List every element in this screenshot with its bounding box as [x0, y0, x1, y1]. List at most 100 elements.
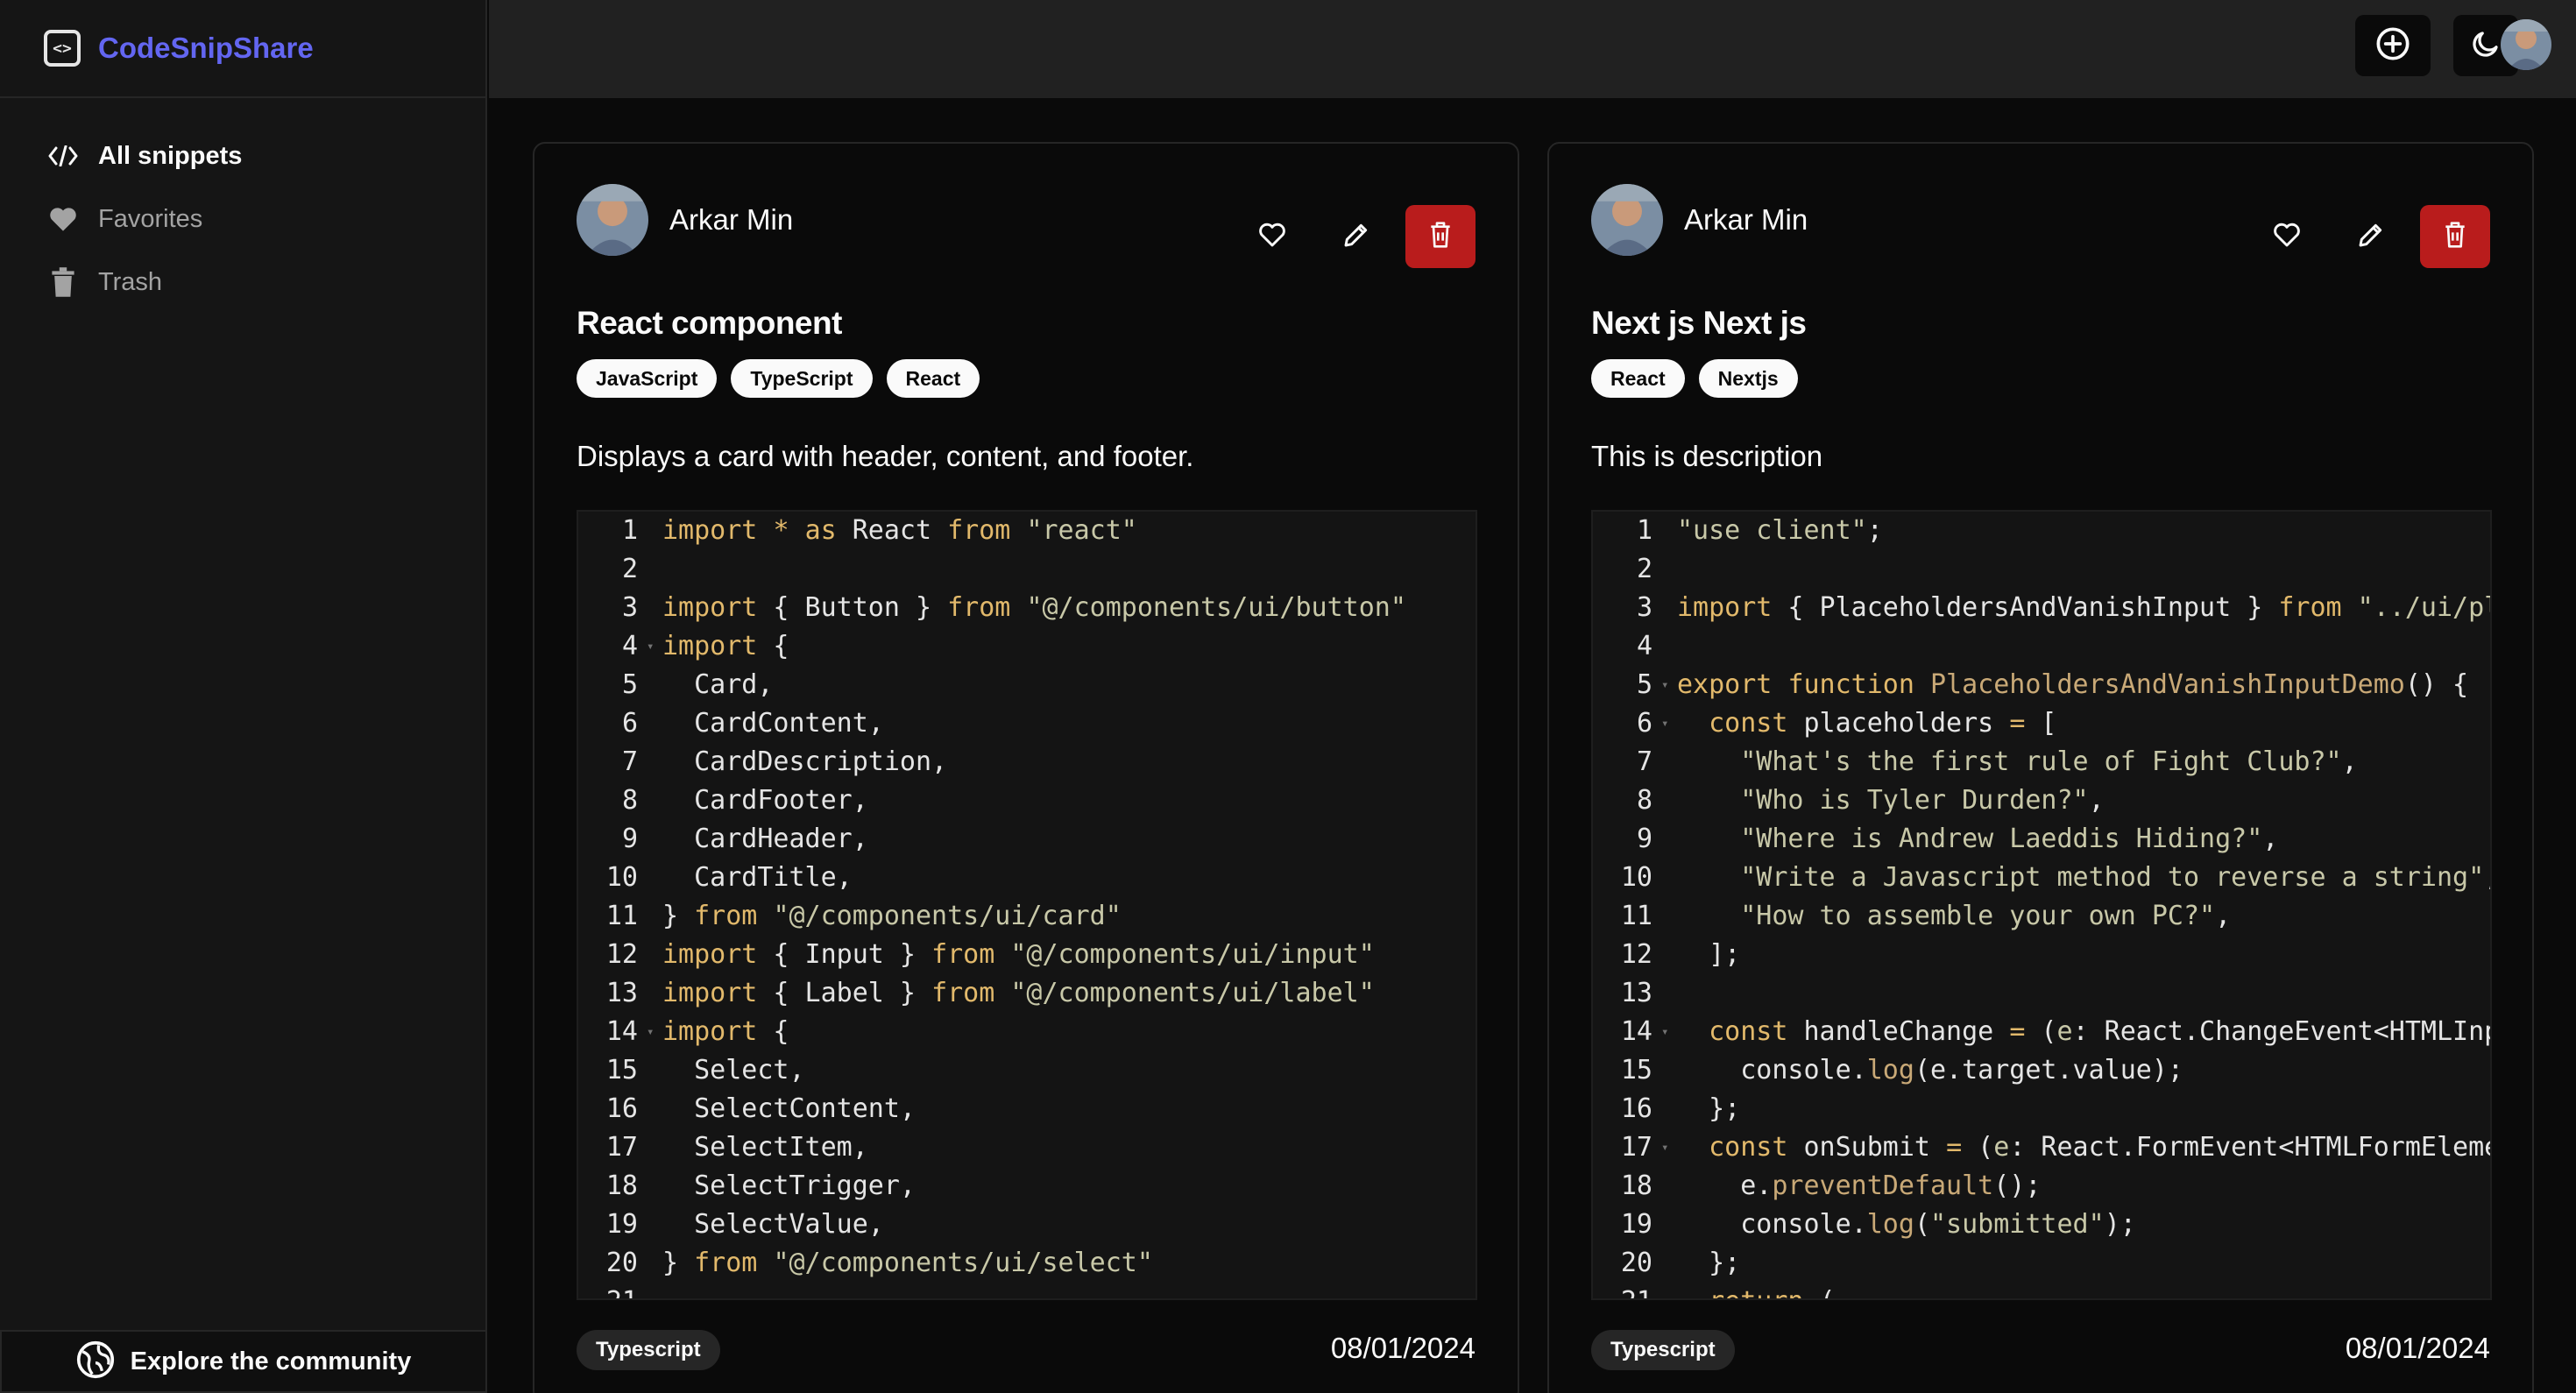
- code-line: 20} from "@/components/ui/select": [605, 1248, 1153, 1278]
- author-name: Arkar Min: [669, 203, 794, 236]
- code-line: 21 return (: [1593, 1283, 2490, 1298]
- user-avatar[interactable]: [2501, 19, 2551, 70]
- avatar: [1591, 184, 1663, 256]
- code-line: 13 import { Label } from "@/components/ui…: [605, 978, 1375, 1008]
- avatar: [577, 184, 648, 256]
- heart-outline-icon: [2273, 222, 2301, 252]
- card-header: Arkar Min: [1591, 184, 1808, 256]
- card-actions: [1223, 205, 1476, 268]
- code-line: 12 ];: [1620, 939, 1741, 970]
- edit-button[interactable]: [1321, 205, 1391, 268]
- edit-button[interactable]: [2336, 205, 2406, 268]
- code-square-icon: <>: [44, 30, 81, 67]
- author-name: Arkar Min: [1684, 203, 1808, 236]
- code-line: 21: [578, 1283, 1476, 1298]
- code-line: 5 Card,: [621, 669, 774, 700]
- code-line: 15 Select,: [605, 1055, 805, 1085]
- code-line: 6 ▾ const placeholders = [: [1636, 708, 2057, 739]
- snippet-title: Next js Next js: [1591, 305, 1807, 341]
- code-icon: [47, 140, 79, 172]
- code-line: 5 ▾ export function PlaceholdersAndVanishI…: [1636, 669, 2469, 700]
- snippet-card: Arkar Min React component JavaScript Typ…: [533, 142, 1519, 1393]
- code-line: 16 };: [1620, 1093, 1741, 1124]
- code-line: 7 CardDescription,: [621, 746, 948, 777]
- tag[interactable]: React: [1591, 359, 1685, 398]
- trash-icon: [47, 266, 79, 298]
- card-header: Arkar Min: [577, 184, 793, 256]
- heart-outline-icon: [1258, 222, 1286, 252]
- code-line: 17 SelectItem,: [605, 1132, 868, 1163]
- language-badge: Typescript: [1591, 1330, 1735, 1370]
- favorite-button[interactable]: [2252, 205, 2322, 268]
- snippet-date: 08/01/2024: [2345, 1332, 2490, 1364]
- delete-button[interactable]: [2420, 205, 2490, 268]
- trash-icon: [1428, 221, 1453, 253]
- code-line: 4 ▾ import {: [621, 631, 789, 661]
- code-line: 8 CardFooter,: [621, 785, 868, 816]
- tag[interactable]: React: [886, 359, 980, 398]
- card-actions: [2238, 205, 2490, 268]
- code-line: 20 };: [1620, 1248, 1741, 1278]
- code-line: 14 ▾ const handleChange = (e: React.Chang…: [1620, 1016, 2490, 1047]
- add-snippet-button[interactable]: [2355, 15, 2431, 76]
- snippet-description: Displays a card with header, content, an…: [577, 440, 1194, 472]
- sidebar-nav: All snippets Favorites Trash: [0, 98, 485, 314]
- trash-icon: [2443, 221, 2467, 253]
- language-badge: Typescript: [577, 1330, 720, 1370]
- code-line: 1 "use client";: [1636, 515, 1883, 546]
- sidebar-item-trash[interactable]: Trash: [0, 251, 485, 314]
- sidebar-item-all-snippets[interactable]: All snippets: [0, 124, 485, 187]
- code-line: 16 SelectContent,: [605, 1093, 916, 1124]
- code-line: 17 ▾ const onSubmit = (e: React.FormEvent…: [1620, 1132, 2490, 1163]
- plus-circle-icon: [2375, 26, 2410, 66]
- tag[interactable]: Nextjs: [1698, 359, 1798, 398]
- code-line: 10 CardTitle,: [605, 862, 853, 893]
- code-line: 3 import { PlaceholdersAndVanishInput } f…: [1636, 592, 2492, 623]
- brand[interactable]: <> CodeSnipShare: [0, 0, 485, 98]
- code-line: 11 "How to assemble your own PC?",: [1620, 901, 2232, 931]
- heart-icon: [47, 203, 79, 235]
- globe-icon: [76, 1340, 115, 1383]
- pencil-icon: [1342, 221, 1370, 253]
- topbar: [489, 0, 2576, 98]
- snippet-title: React component: [577, 305, 842, 341]
- tag[interactable]: JavaScript: [577, 359, 718, 398]
- code-line: 2: [621, 554, 638, 584]
- brand-name: CodeSnipShare: [98, 32, 314, 64]
- code-editor[interactable]: 1 import * as React from "react" 2 3 impor…: [577, 510, 1477, 1300]
- tag-list: React Nextjs: [1591, 359, 1812, 398]
- code-line: 10 "Write a Javascript method to reverse…: [1620, 862, 2490, 893]
- code-line: 6 CardContent,: [621, 708, 884, 739]
- tag-list: JavaScript TypeScript React: [577, 359, 994, 398]
- code-line: 7 "What's the first rule of Fight Club?"…: [1636, 746, 2358, 777]
- code-line: 13: [1620, 978, 1652, 1008]
- code-line: 9 CardHeader,: [621, 824, 868, 854]
- tag[interactable]: TypeScript: [731, 359, 873, 398]
- code-editor[interactable]: 1 "use client"; 2 3 import { PlaceholdersA…: [1591, 510, 2492, 1300]
- code-line: 14 ▾ import {: [605, 1016, 789, 1047]
- code-line: 18 SelectTrigger,: [605, 1170, 916, 1201]
- code-line: 3 import { Button } from "@/components/ui…: [621, 592, 1406, 623]
- sidebar-item-label: Trash: [98, 267, 163, 296]
- code-line: 11} from "@/components/ui/card": [605, 901, 1122, 931]
- explore-community-button[interactable]: Explore the community: [0, 1330, 487, 1393]
- sidebar: <> CodeSnipShare All snippets Favorites …: [0, 0, 487, 1393]
- code-line: 1 import * as React from "react": [621, 515, 1137, 546]
- favorite-button[interactable]: [1237, 205, 1307, 268]
- explore-community-label: Explore the community: [130, 1347, 412, 1375]
- code-line: 15 console.log(e.target.value);: [1620, 1055, 2183, 1085]
- code-line: 12 import { Input } from "@/components/ui…: [605, 939, 1375, 970]
- sidebar-item-label: Favorites: [98, 204, 203, 233]
- code-line: 9 "Where is Andrew Laeddis Hiding?",: [1636, 824, 2279, 854]
- snippet-date: 08/01/2024: [1330, 1332, 1476, 1364]
- code-line: 19 SelectValue,: [605, 1209, 884, 1240]
- code-line: 4: [1636, 631, 1652, 661]
- snippet-card: Arkar Min Next js Next js React Nextjs T…: [1547, 142, 2534, 1393]
- code-line: 2: [1636, 554, 1652, 584]
- code-line: 18 e.preventDefault();: [1620, 1170, 2042, 1201]
- moon-icon: [2470, 28, 2502, 64]
- sidebar-item-favorites[interactable]: Favorites: [0, 187, 485, 251]
- delete-button[interactable]: [1405, 205, 1476, 268]
- snippet-description: This is description: [1591, 440, 1823, 472]
- code-line: 19 console.log("submitted");: [1620, 1209, 2136, 1240]
